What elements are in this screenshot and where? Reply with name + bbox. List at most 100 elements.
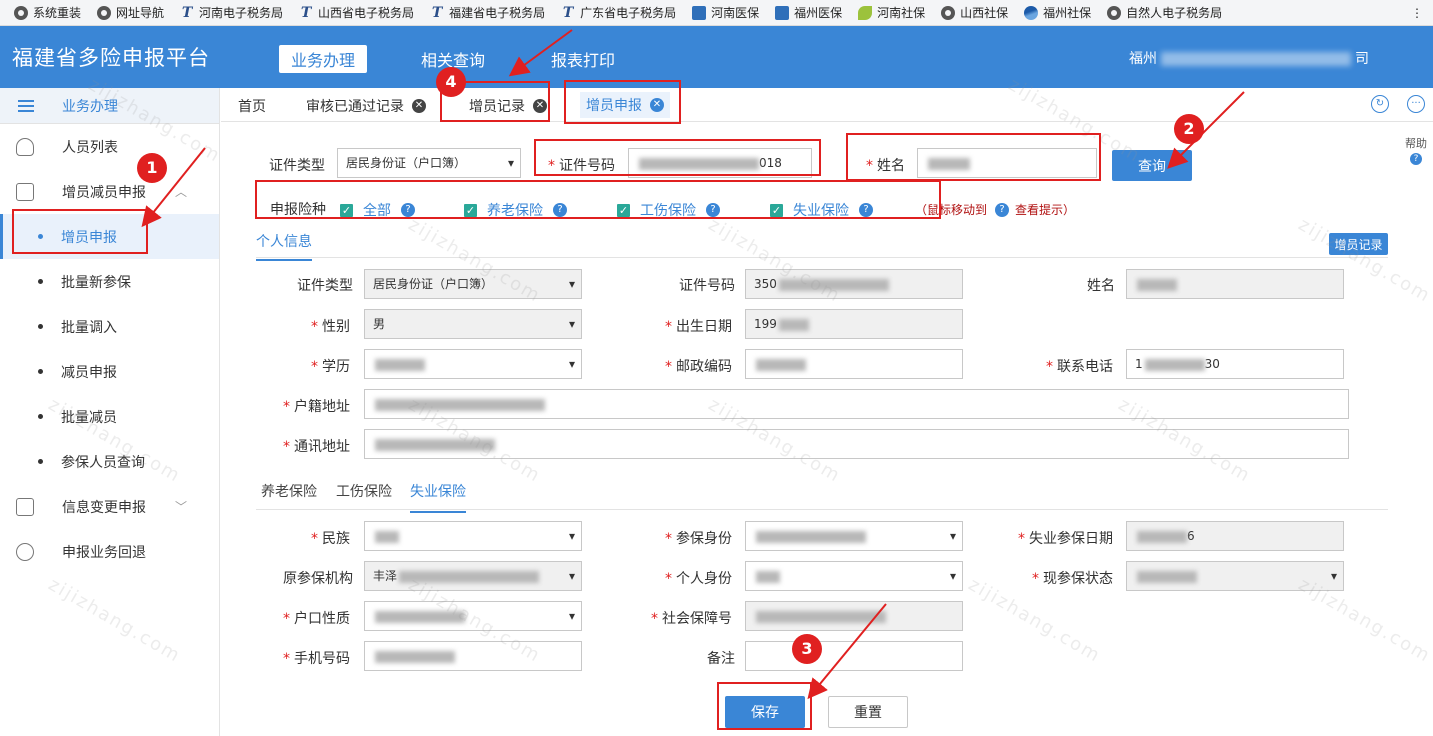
bookmark-item[interactable]: 河南医保 (692, 4, 759, 21)
ethnic-label: * 民族 (311, 531, 350, 547)
bookmark-item[interactable]: T 广东省电子税务局 (561, 4, 676, 21)
add-record-button[interactable]: 增员记录 (1329, 233, 1388, 255)
globe-icon (14, 5, 28, 20)
sidebar-item-add-reduce[interactable]: 增员减员申报 ︿ (0, 169, 219, 214)
rollback-icon (16, 542, 34, 561)
birth-label: * 出生日期 (665, 319, 732, 335)
ss-no-field (745, 601, 963, 631)
id-no-field: 350 (745, 269, 963, 299)
bookmark-item[interactable]: 自然人电子税务局 (1107, 4, 1222, 21)
sidebar-item-batch-new[interactable]: 批量新参保 (0, 259, 219, 304)
postal-code-input[interactable] (745, 349, 963, 379)
question-icon: ? (995, 202, 1010, 217)
annotation-badge: 4 (436, 67, 466, 97)
sidebar-item-reduce-declare[interactable]: 减员申报 (0, 349, 219, 394)
bullet-icon (38, 459, 43, 464)
query-id-type-select[interactable]: 居民身份证（户口簿） (337, 148, 521, 178)
app-title: 福建省多险申报平台 (12, 46, 210, 70)
ue-date-label: * 失业参保日期 (1018, 531, 1113, 547)
annotation-box (255, 180, 941, 219)
tab-approved-records[interactable]: 审核已通过记录 ✕ (306, 96, 426, 116)
leaf-icon (858, 5, 873, 20)
remark-input[interactable] (745, 641, 963, 671)
tax-icon: T (562, 4, 574, 21)
bookmark-item[interactable]: T 福建省电子税务局 (430, 4, 545, 21)
person-icon (16, 137, 34, 156)
sidebar-item-batch-transfer[interactable]: 批量调入 (0, 304, 219, 349)
annotation-badge: 2 (1174, 114, 1204, 144)
tab-bar: 首页 审核已通过记录 ✕ 增员记录 ✕ 增员申报 ✕ ↻ ··· (221, 88, 1433, 122)
divider (256, 257, 1388, 258)
redacted-text (1161, 52, 1351, 66)
sidebar-item-insured-query[interactable]: 参保人员查询 (0, 439, 219, 484)
identity-select[interactable] (745, 521, 963, 551)
huji-label: * 户籍地址 (283, 399, 350, 415)
medical-icon (692, 5, 707, 20)
subtab-pension[interactable]: 养老保险 (261, 481, 317, 501)
annotation-box (846, 133, 1101, 181)
annotation-box (717, 682, 812, 730)
status-label: * 现参保状态 (1032, 571, 1113, 587)
phone-input[interactable]: 1 30 (1126, 349, 1344, 379)
reset-button[interactable]: 重置 (828, 696, 908, 728)
remark-label: 备注 (707, 651, 735, 667)
nav-report[interactable]: 报表打印 (539, 45, 627, 73)
sidebar-item-person-list[interactable]: 人员列表 (0, 124, 219, 169)
gender-label: * 性别 (311, 319, 350, 335)
query-button[interactable]: 查询 (1112, 150, 1192, 181)
globe-icon (1107, 5, 1122, 20)
sidebar-item-batch-reduce[interactable]: 批量减员 (0, 394, 219, 439)
tab-home[interactable]: 首页 (238, 96, 266, 116)
id-type-label: 证件类型 (269, 158, 325, 174)
menu-icon (18, 99, 34, 112)
education-select[interactable] (364, 349, 582, 379)
more-menu-icon[interactable]: ⋮ (1411, 6, 1423, 20)
user-info[interactable]: 福州司 (1129, 48, 1369, 68)
postal-label: * 邮政编码 (665, 359, 732, 375)
sidebar-item-rollback[interactable]: 申报业务回退 (0, 529, 219, 574)
bookmark-item[interactable]: T 河南电子税务局 (180, 4, 283, 21)
sidebar-header[interactable]: 业务办理 (0, 88, 219, 124)
annotation-box (534, 139, 821, 176)
hukou-label: * 户口性质 (283, 611, 350, 627)
education-label: * 学历 (311, 359, 350, 375)
bookmark-item[interactable]: T 山西省电子税务局 (299, 4, 414, 21)
huji-address-input[interactable] (364, 389, 1349, 419)
bookmark-item[interactable]: 福州社保 (1024, 4, 1091, 21)
bookmark-item[interactable]: 网址导航 (97, 4, 164, 21)
bullet-icon (38, 279, 43, 284)
help-link[interactable]: 帮助? (1405, 135, 1427, 165)
bookmark-item[interactable]: 福州医保 (775, 4, 842, 21)
gender-select[interactable]: 男 (364, 309, 582, 339)
more-icon[interactable]: ··· (1407, 95, 1425, 113)
bookmark-item[interactable]: 河南社保 (858, 4, 925, 21)
bookmark-item[interactable]: 山西社保 (941, 4, 1008, 21)
bullet-icon (38, 414, 43, 419)
subtab-injury[interactable]: 工伤保险 (336, 481, 392, 501)
refresh-icon[interactable]: ↻ (1371, 95, 1389, 113)
ethnic-select[interactable] (364, 521, 582, 551)
personal-id-label: * 个人身份 (665, 571, 732, 587)
status-select[interactable] (1126, 561, 1344, 591)
sidebar-item-info-change[interactable]: 信息变更申报 ﹀ (0, 484, 219, 529)
hukou-select[interactable] (364, 601, 582, 631)
identity-label: * 参保身份 (665, 531, 732, 547)
mobile-input[interactable] (364, 641, 582, 671)
bookmark-item[interactable]: 系统重装 (14, 4, 81, 21)
chevron-up-icon: ︿ (174, 185, 187, 199)
medical-icon (775, 5, 790, 20)
divider (256, 509, 1388, 510)
nav-business[interactable]: 业务办理 (279, 45, 368, 73)
id-type-label: 证件类型 (297, 278, 353, 294)
id-type-select[interactable]: 居民身份证（户口簿） (364, 269, 582, 299)
phone-label: * 联系电话 (1046, 359, 1113, 375)
close-icon[interactable]: ✕ (412, 99, 426, 113)
annotation-box (564, 80, 681, 124)
ss-no-label: * 社会保障号 (651, 611, 732, 627)
mail-address-input[interactable] (364, 429, 1349, 459)
annotation-box (12, 209, 148, 254)
sidebar: 业务办理 人员列表 增员减员申报 ︿ 增员申报 批量新参保 批量调入 减员申报 … (0, 88, 220, 736)
app-header: 福建省多险申报平台 业务办理 相关查询 报表打印 福州司 (0, 26, 1433, 88)
orig-org-select[interactable]: 丰泽 (364, 561, 582, 591)
personal-id-select[interactable] (745, 561, 963, 591)
